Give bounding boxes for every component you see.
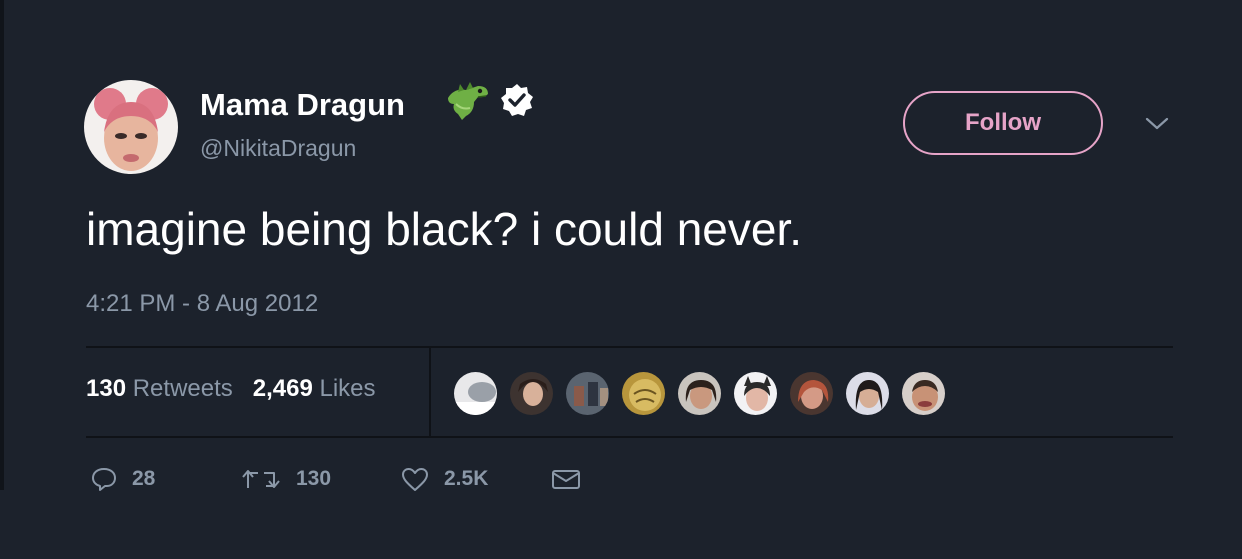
like-count: 2.5K bbox=[444, 467, 489, 490]
liker-avatar[interactable] bbox=[620, 370, 667, 417]
follow-button[interactable]: Follow bbox=[903, 91, 1103, 155]
name-icons bbox=[444, 80, 534, 125]
direct-message-button[interactable] bbox=[550, 467, 582, 491]
reply-button[interactable]: 28 bbox=[90, 466, 240, 492]
retweet-count: 130 bbox=[296, 467, 332, 490]
reply-count: 28 bbox=[132, 467, 156, 490]
heart-icon bbox=[400, 466, 430, 492]
window-edge bbox=[0, 0, 4, 490]
retweets-count: 130 bbox=[86, 375, 127, 402]
tweet-stats: 130 Retweets 2,469 Likes bbox=[86, 375, 376, 403]
avatar[interactable] bbox=[84, 80, 178, 174]
liker-avatar[interactable] bbox=[732, 370, 779, 417]
dragon-emoji-icon bbox=[444, 80, 492, 125]
like-button[interactable]: 2.5K bbox=[400, 466, 550, 492]
chevron-down-icon[interactable] bbox=[1144, 114, 1170, 134]
divider-bottom bbox=[86, 436, 1173, 438]
liker-avatar[interactable] bbox=[452, 370, 499, 417]
retweets-label: Retweets bbox=[132, 375, 233, 402]
display-name[interactable]: Mama Dragun bbox=[200, 87, 405, 123]
divider-top bbox=[86, 346, 1173, 348]
tweet-actions: 28 130 2.5K bbox=[90, 466, 582, 492]
liker-avatar[interactable] bbox=[788, 370, 835, 417]
retweets-stat[interactable]: 130 Retweets bbox=[86, 375, 233, 403]
likes-label: Likes bbox=[319, 375, 376, 402]
liker-avatar[interactable] bbox=[900, 370, 947, 417]
liker-avatar[interactable] bbox=[564, 370, 611, 417]
envelope-icon bbox=[550, 467, 582, 491]
divider-vertical bbox=[429, 348, 431, 438]
reply-icon bbox=[90, 466, 118, 492]
user-handle[interactable]: @NikitaDragun bbox=[200, 135, 356, 162]
retweet-icon bbox=[240, 468, 282, 490]
likes-count: 2,469 bbox=[252, 375, 313, 402]
liker-avatar[interactable] bbox=[676, 370, 723, 417]
verified-badge-icon bbox=[500, 83, 534, 122]
tweet-text: imagine being black? i could never. bbox=[86, 203, 803, 255]
tweet-timestamp[interactable]: 4:21 PM - 8 Aug 2012 bbox=[86, 290, 318, 318]
liker-avatars bbox=[452, 370, 947, 417]
retweet-button[interactable]: 130 bbox=[240, 467, 400, 491]
liker-avatar[interactable] bbox=[508, 370, 555, 417]
liker-avatar[interactable] bbox=[844, 370, 891, 417]
likes-stat[interactable]: 2,469 Likes bbox=[253, 375, 376, 403]
